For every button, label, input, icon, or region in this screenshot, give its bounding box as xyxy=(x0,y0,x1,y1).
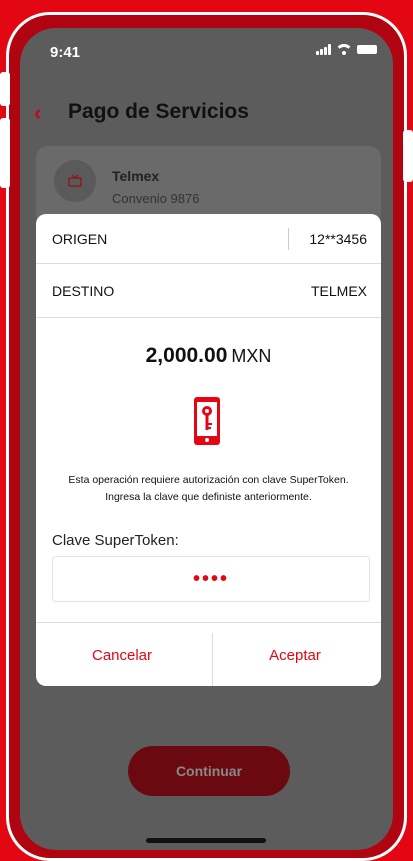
amount: 2,000.00 MXN xyxy=(36,344,381,368)
cancel-button[interactable]: Cancelar xyxy=(36,623,208,686)
accept-button[interactable]: Aceptar xyxy=(209,623,381,686)
service-name: Telmex xyxy=(112,168,160,184)
token-label: Clave SuperToken: xyxy=(52,532,179,549)
service-agreement: Convenio 9876 xyxy=(112,191,200,206)
side-button-left xyxy=(0,72,10,106)
phone-key-icon xyxy=(193,396,221,446)
back-icon[interactable]: ‹ xyxy=(34,100,41,126)
page-title: Pago de Servicios xyxy=(68,100,249,123)
destination-row: DESTINO TELMEX xyxy=(36,264,381,318)
origin-row: ORIGEN 12**3456 xyxy=(36,214,381,264)
destination-value: TELMEX xyxy=(310,282,367,299)
destination-label: DESTINO xyxy=(52,282,115,299)
continue-button[interactable]: Continuar xyxy=(128,746,290,796)
signal-icon xyxy=(316,44,331,55)
status-icons xyxy=(316,44,377,55)
origin-label: ORIGEN xyxy=(52,230,108,247)
message-line-1: Esta operación requiere autorización con… xyxy=(68,474,349,486)
modal-actions: Cancelar Aceptar xyxy=(36,622,381,686)
origin-divider xyxy=(288,228,289,250)
phone-screen: 9:41 ‹ Pago de Servicios Telmex Convenio… xyxy=(20,28,393,850)
home-indicator[interactable] xyxy=(146,838,266,843)
confirmation-modal: ORIGEN 12**3456 DESTINO TELMEX 2,000.00 M… xyxy=(36,214,381,686)
wifi-icon xyxy=(337,44,351,55)
battery-icon xyxy=(357,45,377,54)
authorization-message: Esta operación requiere autorización con… xyxy=(36,472,381,506)
side-button-right xyxy=(403,130,413,182)
status-time: 9:41 xyxy=(50,44,81,61)
amount-value: 2,000.00 xyxy=(145,344,228,367)
amount-currency: MXN xyxy=(231,346,272,366)
origin-value: 12**3456 xyxy=(309,230,367,247)
supertoken-input[interactable]: •••• xyxy=(52,556,370,602)
side-button-left-lower xyxy=(0,118,10,188)
message-line-2: Ingresa la clave que definiste anteriorm… xyxy=(105,491,312,503)
tv-icon xyxy=(54,160,96,202)
